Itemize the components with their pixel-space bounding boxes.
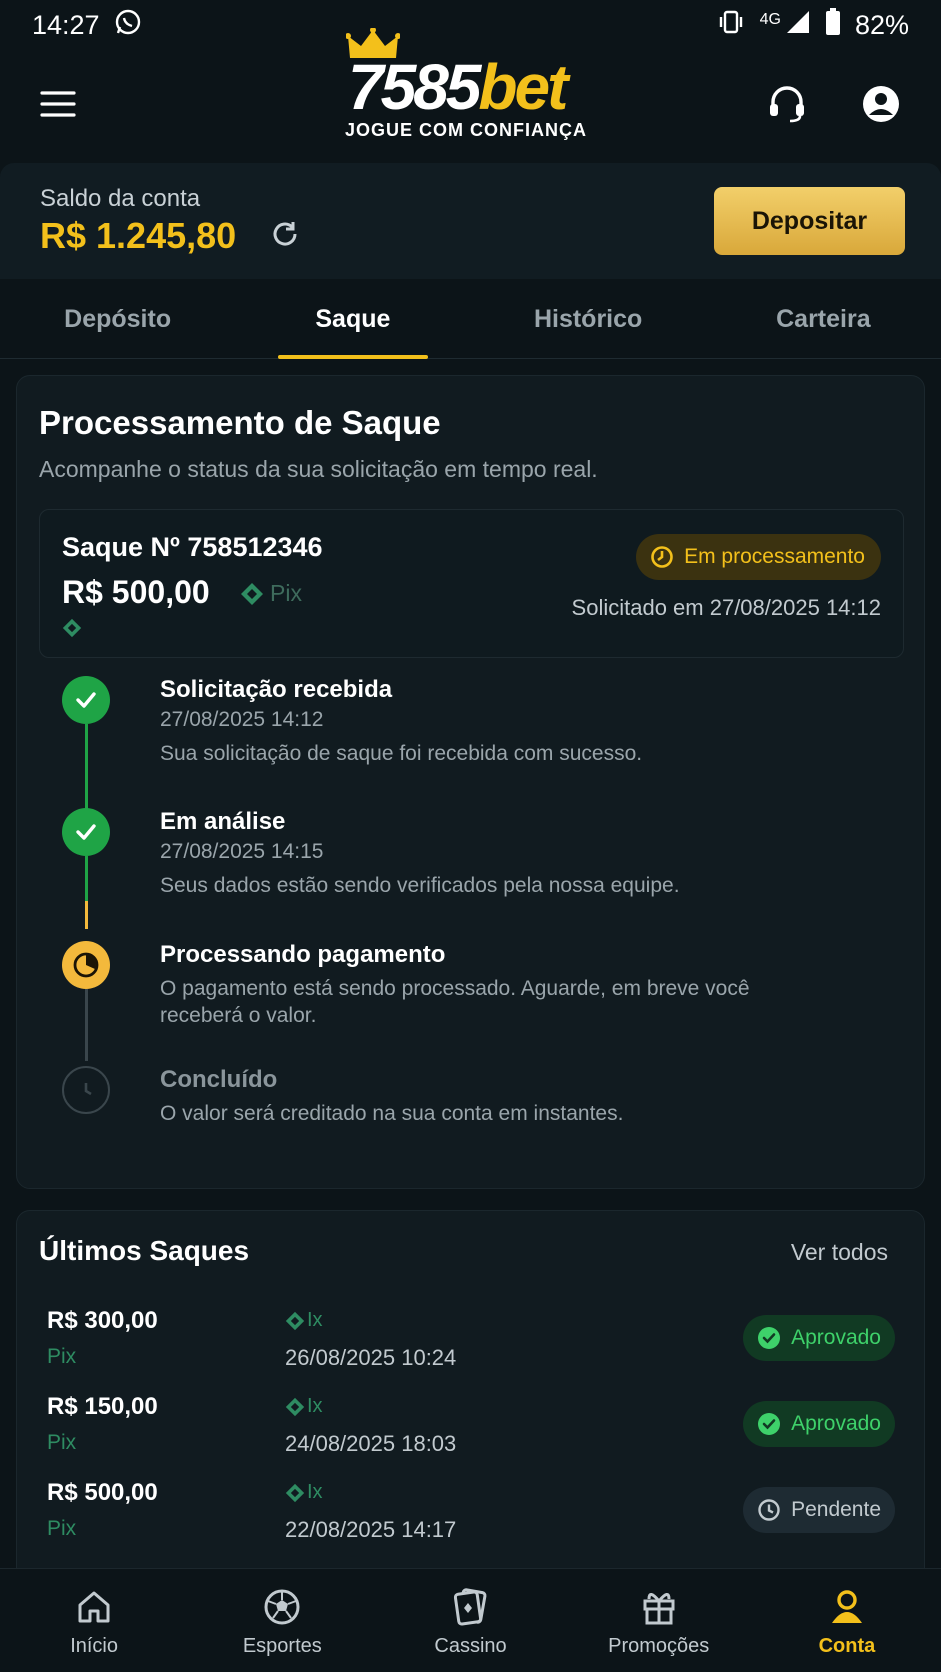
step-description: Seus dados estão sendo verificados pela … [160, 874, 680, 897]
clock-icon [62, 1066, 110, 1114]
withdrawal-requested-date: Solicitado em 27/08/2025 14:12 [571, 595, 881, 620]
battery-icon [825, 7, 841, 43]
check-icon [62, 676, 110, 724]
profile-icon[interactable] [861, 84, 901, 129]
row-method-mini: Ix [285, 1481, 323, 1504]
row-date: 24/08/2025 18:03 [285, 1431, 457, 1456]
support-headset-icon[interactable] [767, 84, 807, 129]
timeline-connector [85, 989, 88, 1061]
status-bar: 14:27 4G 82% [0, 0, 941, 50]
processing-subtitle: Acompanhe o status da sua solicitação em… [39, 456, 598, 482]
row-date: 26/08/2025 10:24 [285, 1345, 457, 1370]
recent-title: Últimos Saques [39, 1235, 250, 1266]
account-balance-bar: Saldo da conta R$ 1.245,80 Depositar [0, 163, 941, 279]
withdrawal-processing-card: Processamento de Saque Acompanhe o statu… [16, 375, 925, 1189]
soccer-ball-icon [264, 1589, 300, 1625]
step-title: Concluído [160, 1066, 278, 1093]
row-amount: R$ 500,00 [47, 1479, 158, 1506]
check-icon [62, 808, 110, 856]
row-method-mini: Ix [285, 1395, 323, 1418]
refresh-icon[interactable] [270, 219, 300, 254]
view-all-link[interactable]: Ver todos [791, 1239, 888, 1266]
status-badge: Em processamento [636, 534, 881, 580]
step-title: Processando pagamento [160, 941, 446, 968]
pix-icon [285, 1483, 305, 1502]
nav-conta[interactable]: Conta [753, 1569, 941, 1672]
row-method-mini: Ix [285, 1309, 323, 1332]
signal-icon [785, 9, 811, 42]
pix-icon [285, 1311, 305, 1330]
step-time: 27/08/2025 14:12 [160, 708, 324, 731]
clock-icon [758, 1499, 780, 1521]
vibrate-icon [716, 9, 746, 42]
list-item[interactable]: R$ 150,00 Pix Ix 24/08/2025 18:03 Aprova… [39, 1393, 909, 1479]
network-type: 4G [759, 11, 781, 28]
logo-wordmark: 7585bet [348, 51, 568, 123]
row-amount: R$ 300,00 [47, 1307, 158, 1334]
pix-icon [241, 582, 263, 605]
logo-tagline: JOGUE COM CONFIANÇA [345, 120, 588, 140]
nav-promocoes[interactable]: Promoções [565, 1569, 753, 1672]
hourglass-clock-icon [62, 941, 110, 989]
balance-label: Saldo da conta [40, 185, 201, 212]
tab-historico[interactable]: Histórico [471, 279, 706, 358]
list-item[interactable]: R$ 500,00 Pix Ix 22/08/2025 14:17 Penden… [39, 1479, 909, 1565]
timeline-connector [85, 856, 88, 901]
brand-logo[interactable]: 7585bet JOGUE COM CONFIANÇA [340, 28, 600, 162]
pix-icon [285, 1397, 305, 1416]
nav-inicio[interactable]: Início [0, 1569, 188, 1672]
timeline-connector [85, 901, 88, 929]
processing-title: Processamento de Saque [39, 404, 441, 441]
tab-saque[interactable]: Saque [235, 279, 470, 358]
row-method: Pix [47, 1517, 77, 1540]
gift-icon [643, 1593, 675, 1625]
bottom-navigation: Início Esportes Cassino Promoções Conta [0, 1568, 941, 1672]
nav-esportes[interactable]: Esportes [188, 1569, 376, 1672]
step-description: O pagamento está sendo processado. Aguar… [160, 977, 750, 1027]
step-description: O valor será creditado na sua conta em i… [160, 1102, 624, 1125]
deposit-button[interactable]: Depositar [714, 187, 905, 255]
step-time: 27/08/2025 14:15 [160, 840, 324, 863]
check-circle-icon [758, 1413, 781, 1435]
battery-level: 82% [854, 9, 909, 40]
check-circle-icon [758, 1327, 781, 1349]
nav-cassino[interactable]: Cassino [376, 1569, 564, 1672]
status-badge: Aprovado [743, 1315, 895, 1361]
clock: 14:27 [32, 9, 100, 40]
cards-icon [453, 1588, 486, 1626]
status-badge: Aprovado [743, 1401, 895, 1447]
home-icon [78, 1591, 110, 1623]
list-item[interactable]: R$ 300,00 Pix Ix 26/08/2025 10:24 Aprova… [39, 1307, 909, 1393]
withdrawal-summary: Saque Nº 758512346 R$ 500,00 Pix Em proc… [39, 509, 904, 658]
step-description: Sua solicitação de saque foi recebida co… [160, 742, 643, 765]
withdrawal-number: Saque Nº 758512346 [62, 532, 323, 562]
menu-icon[interactable] [40, 90, 76, 123]
tab-carteira[interactable]: Carteira [706, 279, 941, 358]
row-amount: R$ 150,00 [47, 1393, 158, 1420]
app-header: 7585bet JOGUE COM CONFIANÇA [0, 28, 941, 162]
row-method: Pix [47, 1345, 77, 1368]
withdrawal-amount: R$ 500,00 [62, 574, 210, 610]
recent-withdrawals-card: Últimos Saques Ver todos R$ 300,00 Pix I… [16, 1210, 925, 1590]
tab-deposito[interactable]: Depósito [0, 279, 235, 358]
balance-value: R$ 1.245,80 [40, 215, 237, 256]
clock-icon [651, 546, 673, 568]
step-title: Solicitação recebida [160, 676, 393, 703]
pix-icon [62, 618, 82, 643]
whatsapp-icon [114, 8, 142, 43]
user-icon [831, 1590, 862, 1623]
timeline-connector [85, 724, 88, 809]
row-date: 22/08/2025 14:17 [285, 1517, 457, 1542]
wallet-tabs: Depósito Saque Histórico Carteira [0, 279, 941, 359]
step-title: Em análise [160, 808, 286, 835]
row-method: Pix [47, 1431, 77, 1454]
withdrawal-method: Pix [240, 580, 302, 607]
status-badge: Pendente [743, 1487, 895, 1533]
